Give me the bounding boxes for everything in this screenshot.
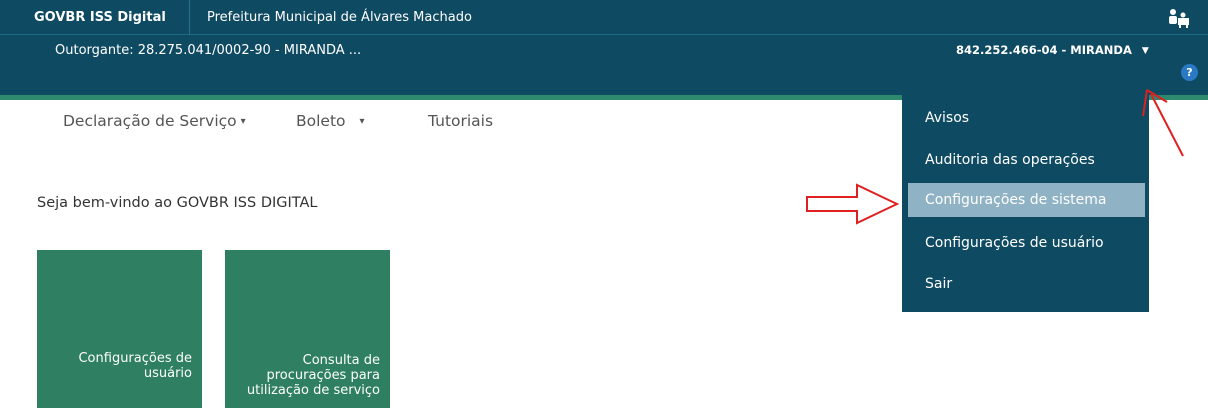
- nav-declaracao-servico[interactable]: Declaração de Serviço ▾: [63, 112, 246, 130]
- menu-item-sair[interactable]: Sair: [908, 267, 1145, 301]
- brand-link[interactable]: GOVBR ISS Digital: [0, 0, 190, 35]
- annotation-arrow-right-icon: [806, 183, 900, 225]
- caret-down-icon: ▾: [240, 116, 246, 127]
- tile-configuracoes-usuario[interactable]: Configurações de usuário: [37, 250, 202, 408]
- caret-down-icon: ▼: [1141, 46, 1149, 56]
- nav-label: Declaração de Serviço: [63, 112, 237, 130]
- nav-tutoriais[interactable]: Tutoriais: [428, 112, 493, 130]
- prefeitura-name: Prefeitura Municipal de Álvares Machado: [207, 10, 472, 25]
- menu-item-avisos[interactable]: Avisos: [908, 101, 1145, 135]
- tile-label: Consulta de procurações para utilização …: [246, 353, 380, 398]
- menu-item-configuracoes-sistema[interactable]: Configurações de sistema: [908, 183, 1145, 217]
- caret-down-icon: ▾: [359, 116, 365, 127]
- procuracao-people-icon[interactable]: [1168, 8, 1190, 28]
- nav-boleto[interactable]: Boleto ▾: [296, 112, 365, 130]
- nav-label: Boleto: [296, 112, 346, 130]
- tile-label: Configurações de usuário: [78, 351, 192, 381]
- welcome-heading: Seja bem-vindo ao GOVBR ISS DIGITAL: [37, 195, 318, 211]
- menu-item-auditoria[interactable]: Auditoria das operações: [908, 143, 1145, 177]
- outorgante-text: Outorgante: 28.275.041/0002-90 - MIRANDA…: [55, 43, 362, 58]
- user-name: 842.252.466-04 - MIRANDA: [956, 43, 1132, 57]
- tile-consulta-procuracoes[interactable]: Consulta de procurações para utilização …: [225, 250, 390, 408]
- main-nav: Declaração de Serviço ▾ Boleto ▾ Tutoriais: [0, 100, 900, 144]
- menu-item-configuracoes-usuario[interactable]: Configurações de usuário: [908, 226, 1145, 260]
- top-header: GOVBR ISS Digital Prefeitura Municipal d…: [0, 0, 1208, 100]
- user-dropdown-menu: Avisos Auditoria das operações Configura…: [902, 95, 1149, 312]
- outorgante-bar: Outorgante: 28.275.041/0002-90 - MIRANDA…: [0, 36, 1208, 95]
- app-bar: GOVBR ISS Digital Prefeitura Municipal d…: [0, 0, 1208, 35]
- help-icon[interactable]: ?: [1181, 64, 1198, 81]
- user-menu-toggle[interactable]: 842.252.466-04 - MIRANDA ▼: [956, 43, 1149, 57]
